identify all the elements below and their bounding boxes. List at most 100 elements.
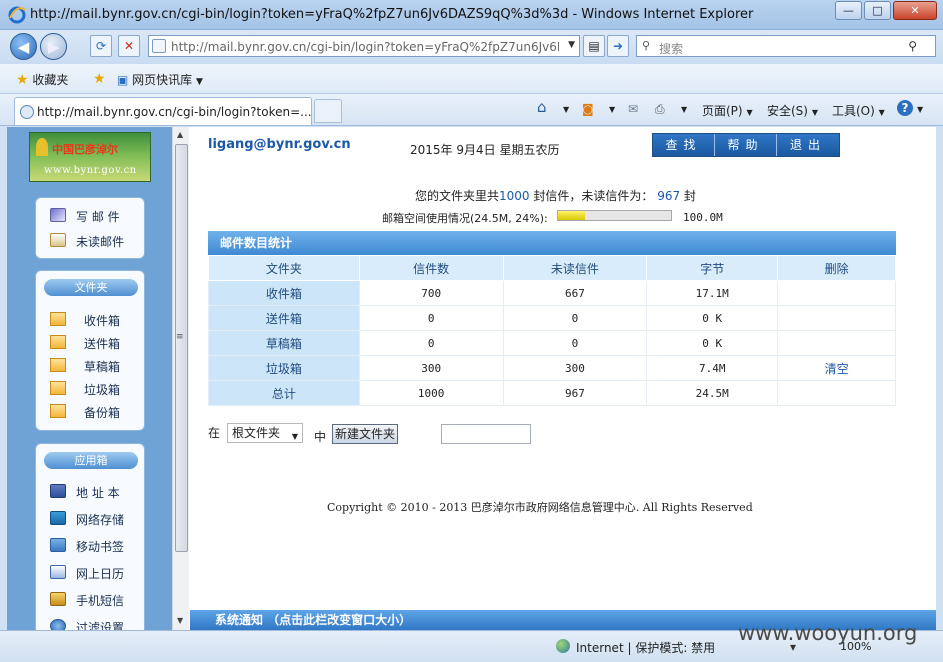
home-icon[interactable]: ⌂ bbox=[537, 98, 547, 116]
frame-resize-grip-icon[interactable]: ≡ bbox=[176, 332, 184, 342]
empty-trash-link[interactable]: 清空 bbox=[777, 355, 896, 381]
trash-label: 垃圾箱 bbox=[84, 383, 121, 397]
ie-page-icon bbox=[20, 105, 34, 119]
logo-title: 中国巴彦淖尔 bbox=[52, 143, 118, 156]
home-dropdown-icon[interactable]: ▼ bbox=[563, 105, 569, 114]
folder-link-sent[interactable]: 送件箱 bbox=[208, 305, 360, 331]
chevron-down-icon: ▼ bbox=[811, 108, 818, 117]
forward-button[interactable]: ▶ bbox=[40, 33, 67, 60]
left-frame-scrollbar[interactable]: ▲ ≡ ▼ bbox=[172, 127, 189, 630]
search-engine-icon: ⚲ bbox=[642, 39, 651, 52]
search-mail-button[interactable]: 查找 bbox=[653, 134, 715, 156]
compatibility-button[interactable]: ▤ bbox=[583, 35, 605, 57]
site-logo[interactable]: 中国巴彦淖尔 www.bynr.gov.cn bbox=[29, 132, 151, 182]
chevron-down-icon: ▼ bbox=[746, 108, 753, 117]
filter-label: 过滤设置 bbox=[76, 621, 125, 630]
quick-links-button[interactable]: ▣ 网页快讯库 ▼ bbox=[117, 71, 203, 88]
drafts-label: 草稿箱 bbox=[84, 360, 121, 374]
summary-suffix: 封 bbox=[680, 189, 696, 203]
table-row: 草稿箱 0 0 0 K bbox=[208, 330, 896, 356]
column-header: 未读信件 bbox=[502, 255, 648, 281]
unread-label: 未读邮件 bbox=[76, 235, 125, 249]
help-button[interactable]: 帮助 bbox=[715, 134, 777, 156]
column-header: 字节 bbox=[646, 255, 779, 281]
new-folder-button[interactable]: 新建文件夹 bbox=[332, 424, 398, 444]
bookmark-icon bbox=[50, 538, 66, 552]
refresh-button[interactable]: ⟳ bbox=[90, 35, 112, 57]
count-cell: 0 bbox=[358, 330, 504, 356]
search-input[interactable]: ⚲ 搜索 ⚲ bbox=[636, 35, 936, 57]
scroll-down-icon[interactable]: ▼ bbox=[177, 616, 183, 625]
bookmarks-label: 移动书签 bbox=[76, 540, 125, 554]
tools-menu[interactable]: 工具(O) ▼ bbox=[832, 102, 885, 119]
folder-link-trash[interactable]: 垃圾箱 bbox=[208, 355, 360, 381]
page-menu[interactable]: 页面(P) ▼ bbox=[702, 102, 753, 119]
help-dropdown-icon[interactable]: ▼ bbox=[917, 105, 923, 114]
column-header: 信件数 bbox=[358, 255, 504, 281]
watermark: www.wooyun.org bbox=[738, 621, 918, 645]
title-bar: http://mail.bynr.gov.cn/cgi-bin/login?to… bbox=[0, 0, 943, 30]
security-zone: Internet | 保护模式: 禁用 bbox=[576, 641, 716, 655]
read-mail-icon[interactable]: ✉ bbox=[628, 102, 638, 116]
print-icon[interactable]: ⎙ bbox=[655, 102, 665, 117]
new-folder-in-label: 中 bbox=[314, 430, 327, 444]
address-text[interactable]: http://mail.bynr.gov.cn/cgi-bin/login?to… bbox=[171, 40, 559, 54]
page-viewport: 中国巴彦淖尔 www.bynr.gov.cn 写 邮 件 未读邮件 文件夹 收件… bbox=[7, 127, 936, 630]
new-tab-button[interactable] bbox=[314, 99, 342, 123]
folder-link-drafts[interactable]: 草稿箱 bbox=[208, 330, 360, 356]
chevron-down-icon: ▼ bbox=[291, 432, 298, 441]
total-label: 总计 bbox=[208, 380, 360, 406]
user-email: ligang@bynr.gov.cn bbox=[208, 137, 351, 152]
logout-button[interactable]: 退出 bbox=[777, 134, 839, 156]
unread-cell: 967 bbox=[502, 380, 648, 406]
parent-folder-select[interactable]: 根文件夹 ▼ bbox=[227, 423, 303, 443]
search-placeholder: 搜索 bbox=[659, 42, 684, 56]
page-menu-label: 页面(P) bbox=[702, 104, 743, 118]
favorites-button[interactable]: ★ 收藏夹 bbox=[16, 71, 68, 88]
chevron-down-icon[interactable]: ▼ bbox=[568, 40, 575, 50]
table-header-row: 文件夹 信件数 未读信件 字节 删除 bbox=[208, 255, 896, 281]
close-window-button[interactable]: ✕ bbox=[893, 1, 937, 20]
tab-title: http://mail.bynr.gov.cn/cgi-bin/login?to… bbox=[37, 105, 312, 119]
folder-link-inbox[interactable]: 收件箱 bbox=[208, 280, 360, 306]
inbox-label: 收件箱 bbox=[84, 314, 121, 328]
print-dropdown-icon[interactable]: ▼ bbox=[681, 105, 687, 114]
add-favorite-button[interactable]: ★ bbox=[93, 71, 106, 87]
chevron-down-icon: ▼ bbox=[196, 77, 203, 87]
parent-folder-value: 根文件夹 bbox=[232, 426, 281, 440]
count-cell: 0 bbox=[358, 305, 504, 331]
stop-button[interactable]: ✕ bbox=[118, 35, 140, 57]
ie-logo-icon bbox=[8, 6, 26, 24]
count-cell: 300 bbox=[358, 355, 504, 381]
unread-cell: 0 bbox=[502, 305, 648, 331]
count-cell: 1000 bbox=[358, 380, 504, 406]
scroll-thumb[interactable] bbox=[175, 144, 188, 552]
tab-mail-login[interactable]: http://mail.bynr.gov.cn/cgi-bin/login?to… bbox=[14, 97, 312, 125]
maximize-button[interactable]: □ bbox=[864, 1, 891, 20]
filter-icon bbox=[50, 619, 66, 630]
new-folder-name-input[interactable] bbox=[441, 424, 531, 444]
rss-feed-icon[interactable]: ◙ bbox=[582, 102, 594, 116]
go-button[interactable]: ➜ bbox=[607, 35, 629, 57]
safety-menu[interactable]: 安全(S) ▼ bbox=[767, 102, 818, 119]
current-date: 2015年 9月4日 星期五农历 bbox=[410, 143, 560, 157]
minimize-button[interactable]: — bbox=[835, 1, 862, 20]
scroll-up-icon[interactable]: ▲ bbox=[177, 130, 183, 139]
tab-bar: http://mail.bynr.gov.cn/cgi-bin/login?to… bbox=[0, 94, 943, 126]
envelope-icon bbox=[50, 404, 66, 418]
unread-mail-icon bbox=[50, 233, 66, 247]
help-icon[interactable]: ? bbox=[897, 100, 913, 116]
table-row: 送件箱 0 0 0 K bbox=[208, 305, 896, 331]
logo-url: www.bynr.gov.cn bbox=[44, 165, 137, 176]
back-button[interactable]: ◀ bbox=[10, 33, 37, 60]
feed-dropdown-icon[interactable]: ▼ bbox=[609, 105, 615, 114]
bytes-cell: 0 K bbox=[646, 305, 779, 331]
favorites-bar: ★ 收藏夹 ★ ▣ 网页快讯库 ▼ bbox=[0, 64, 943, 94]
search-icon[interactable]: ⚲ bbox=[908, 39, 917, 53]
stats-heading: 邮件数目统计 bbox=[208, 231, 896, 255]
unread-cell: 0 bbox=[502, 330, 648, 356]
unread-count: 967 bbox=[657, 189, 681, 203]
bytes-cell: 0 K bbox=[646, 330, 779, 356]
address-bar[interactable]: http://mail.bynr.gov.cn/cgi-bin/login?to… bbox=[148, 35, 580, 57]
total-count: 1000 bbox=[499, 189, 530, 203]
